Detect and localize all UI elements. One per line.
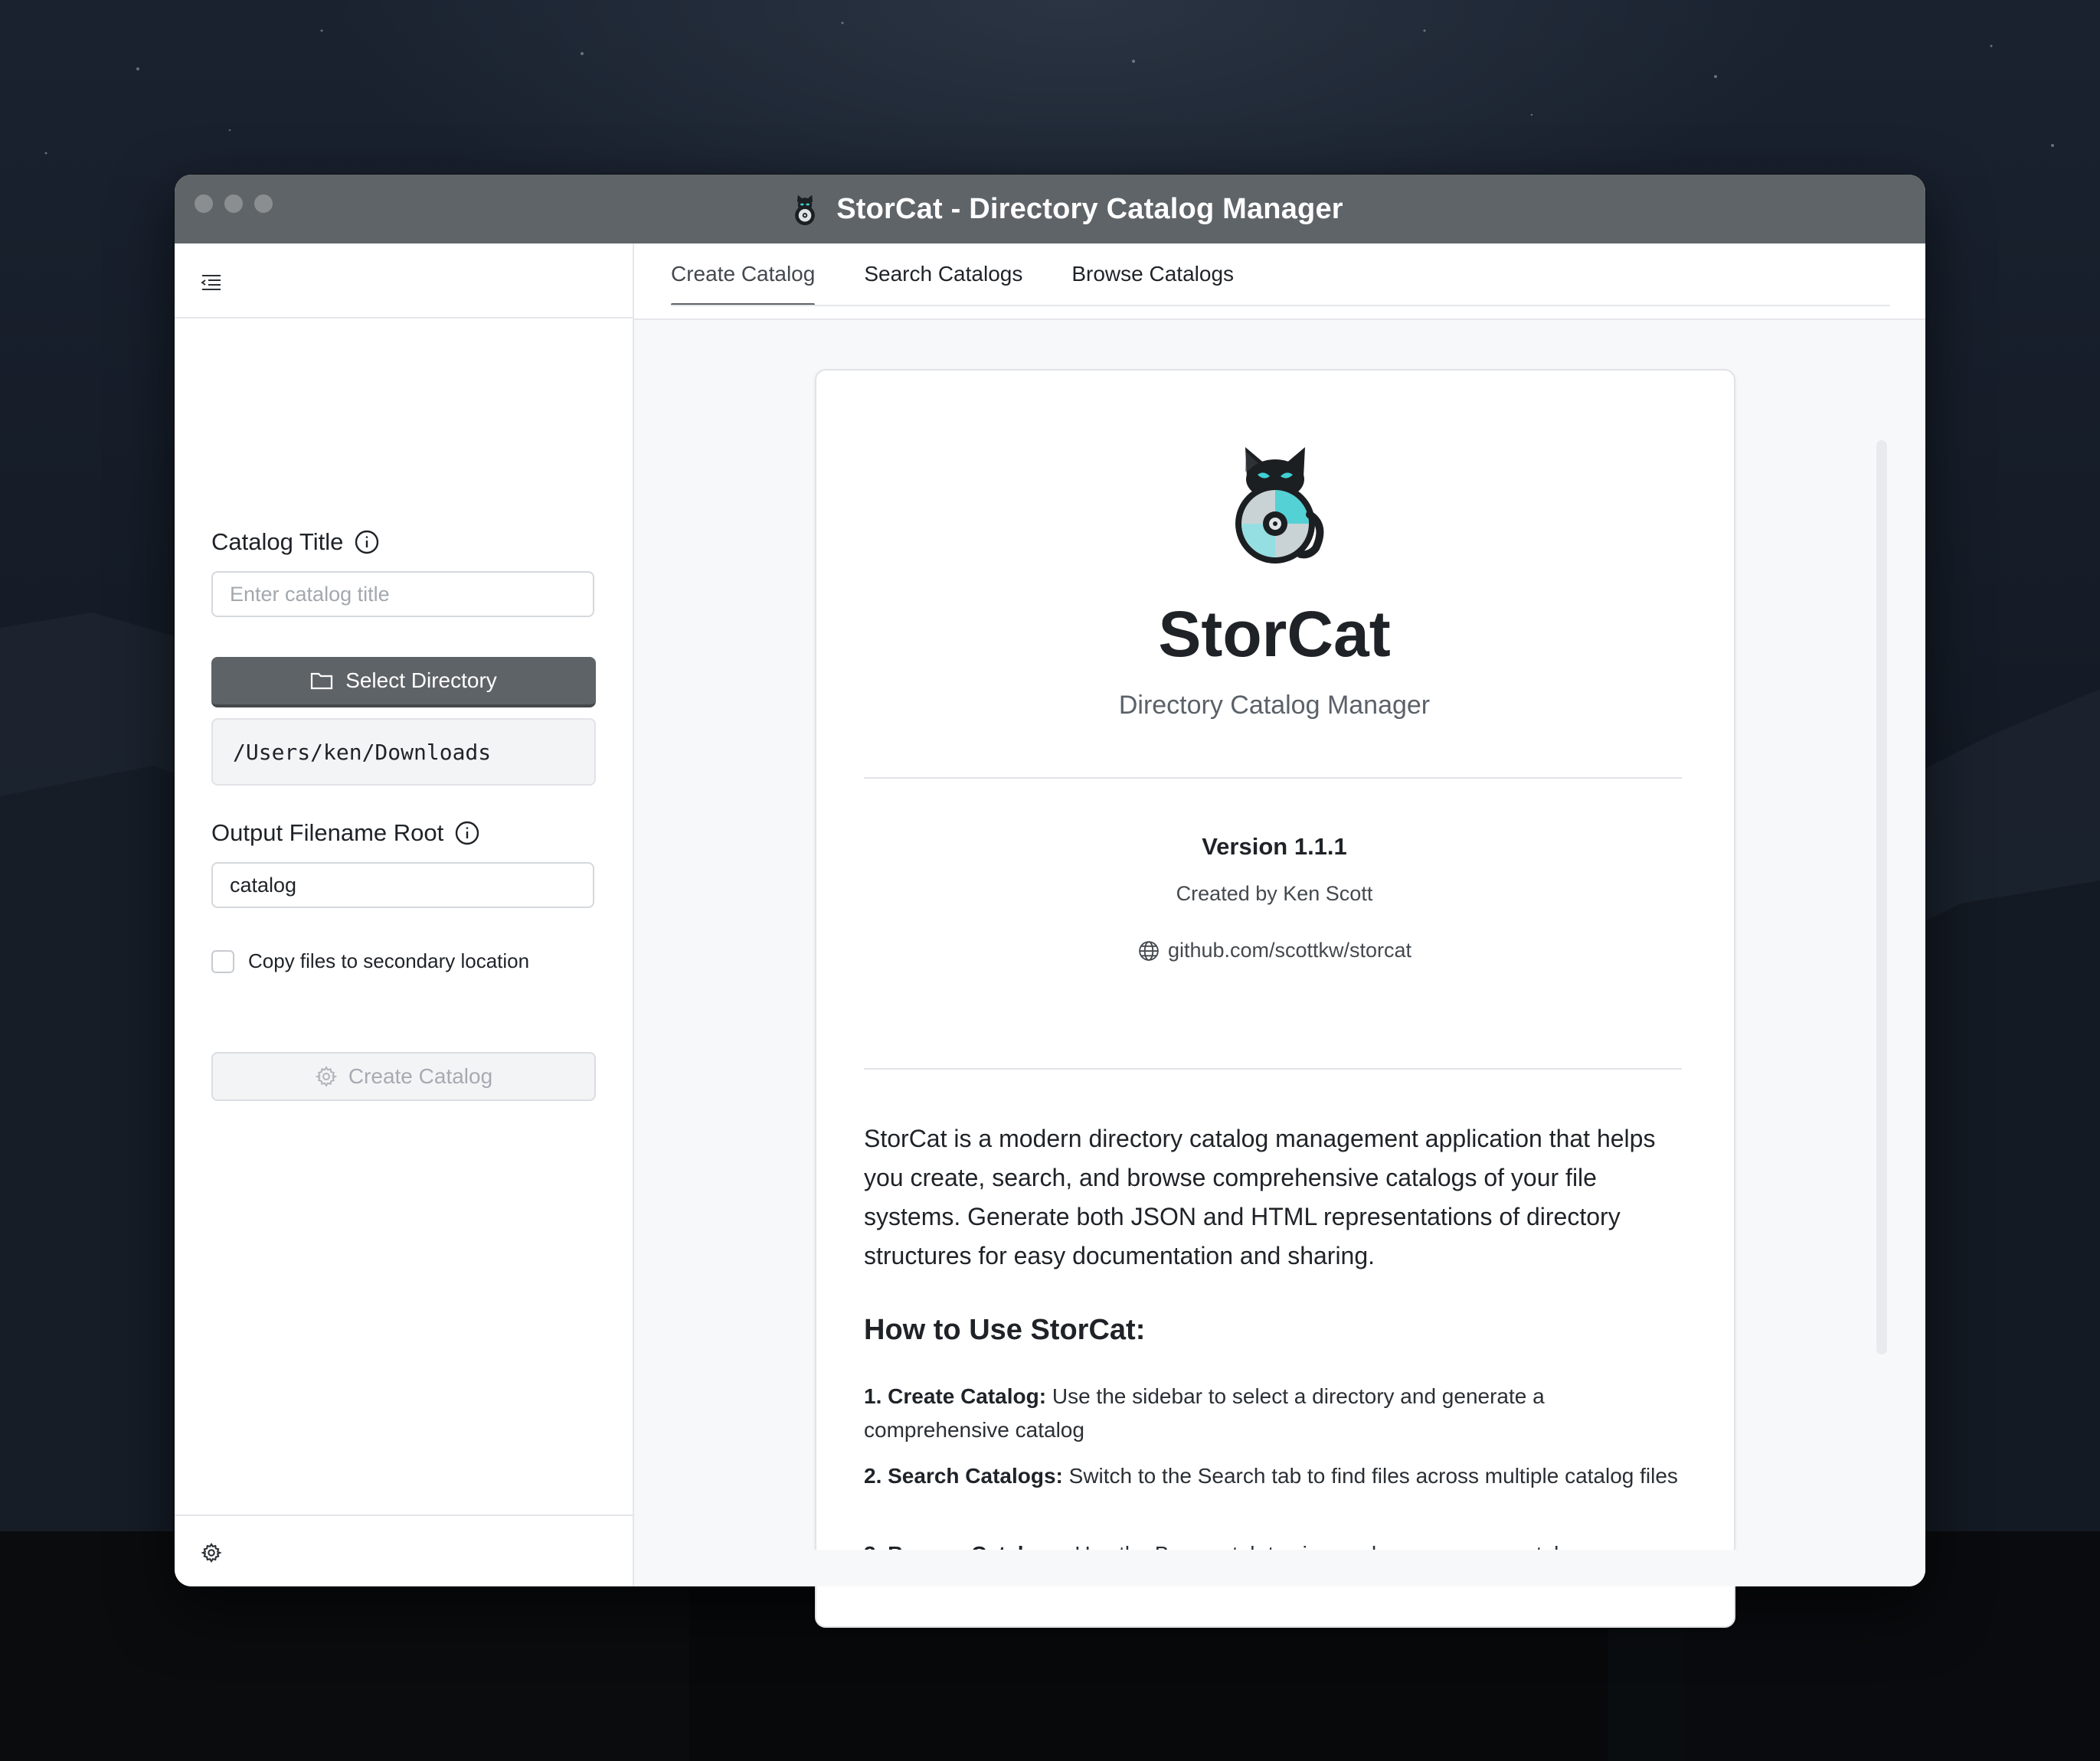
repo-link[interactable]: github.com/scottkw/storcat xyxy=(819,939,1729,962)
window-title: StorCat - Directory Catalog Manager xyxy=(836,192,1343,225)
catalog-title-label: Catalog Title xyxy=(211,528,380,556)
zoom-window-button[interactable] xyxy=(254,194,273,213)
settings-gear-icon[interactable] xyxy=(201,1542,222,1563)
howto-step-text: Switch to the Search tab to find files a… xyxy=(1062,1464,1678,1488)
select-directory-button[interactable]: Select Directory xyxy=(211,657,596,707)
output-filename-input[interactable] xyxy=(211,862,594,908)
tab-divider xyxy=(671,305,1890,306)
close-window-button[interactable] xyxy=(195,194,213,213)
window-controls xyxy=(195,194,273,213)
catalog-title-label-text: Catalog Title xyxy=(211,528,344,555)
divider xyxy=(864,777,1682,779)
window-title-group: StorCat - Directory Catalog Manager xyxy=(787,191,1343,227)
settings-gear-icon xyxy=(315,1066,338,1087)
copy-files-checkbox[interactable] xyxy=(211,949,234,973)
create-catalog-label: Create Catalog xyxy=(348,1064,493,1088)
info-icon[interactable] xyxy=(354,529,380,555)
app-description: StorCat is a modern directory catalog ma… xyxy=(864,1125,1656,1269)
tab-search-catalogs[interactable]: Search Catalogs xyxy=(864,243,1022,305)
output-filename-label: Output Filename Root xyxy=(211,819,480,847)
app-logo-icon xyxy=(795,194,816,226)
copy-files-label: Copy files to secondary location xyxy=(248,949,530,972)
howto-heading: How to Use StorCat: xyxy=(864,1314,1146,1346)
app-logo-icon xyxy=(1235,447,1324,564)
howto-step: 1. Create Catalog: Use the sidebar to se… xyxy=(864,1380,1687,1447)
tab-browse-catalogs[interactable]: Browse Catalogs xyxy=(1071,243,1234,305)
app-name: StorCat xyxy=(1158,598,1391,670)
create-catalog-button[interactable]: Create Catalog xyxy=(211,1052,596,1101)
created-by: Created by Ken Scott xyxy=(1176,882,1373,905)
folder-icon xyxy=(311,672,333,690)
howto-step-title: 2. Search Catalogs: xyxy=(864,1464,1063,1488)
select-directory-label: Select Directory xyxy=(345,668,497,692)
content-clip xyxy=(634,1550,1925,1586)
howto-step-title: 1. Create Catalog: xyxy=(864,1384,1047,1408)
selected-directory-path: /Users/ken/Downloads xyxy=(211,718,596,786)
scrollbar[interactable] xyxy=(1876,440,1887,1354)
sidebar-footer xyxy=(175,1514,633,1586)
menu-collapse-icon[interactable] xyxy=(201,271,222,292)
globe-icon xyxy=(1139,940,1159,961)
sidebar-header xyxy=(175,243,633,319)
copy-files-option[interactable]: Copy files to secondary location xyxy=(211,949,529,973)
howto-step: 2. Search Catalogs: Switch to the Search… xyxy=(864,1459,1687,1493)
tab-create-catalog[interactable]: Create Catalog xyxy=(671,243,816,306)
tab-bar: Create Catalog Search Catalogs Browse Ca… xyxy=(634,243,1925,320)
catalog-title-input[interactable] xyxy=(211,571,594,617)
output-filename-label-text: Output Filename Root xyxy=(211,819,444,846)
repo-link-text[interactable]: github.com/scottkw/storcat xyxy=(1168,939,1411,962)
app-subtitle: Directory Catalog Manager xyxy=(1118,691,1431,720)
app-version: Version 1.1.1 xyxy=(1202,833,1347,860)
divider xyxy=(864,1068,1682,1070)
title-bar[interactable]: StorCat - Directory Catalog Manager xyxy=(175,175,1925,243)
sidebar: Catalog Title Select Directory /Users/ke… xyxy=(175,243,634,1586)
minimize-window-button[interactable] xyxy=(224,194,243,213)
info-icon[interactable] xyxy=(454,820,480,846)
